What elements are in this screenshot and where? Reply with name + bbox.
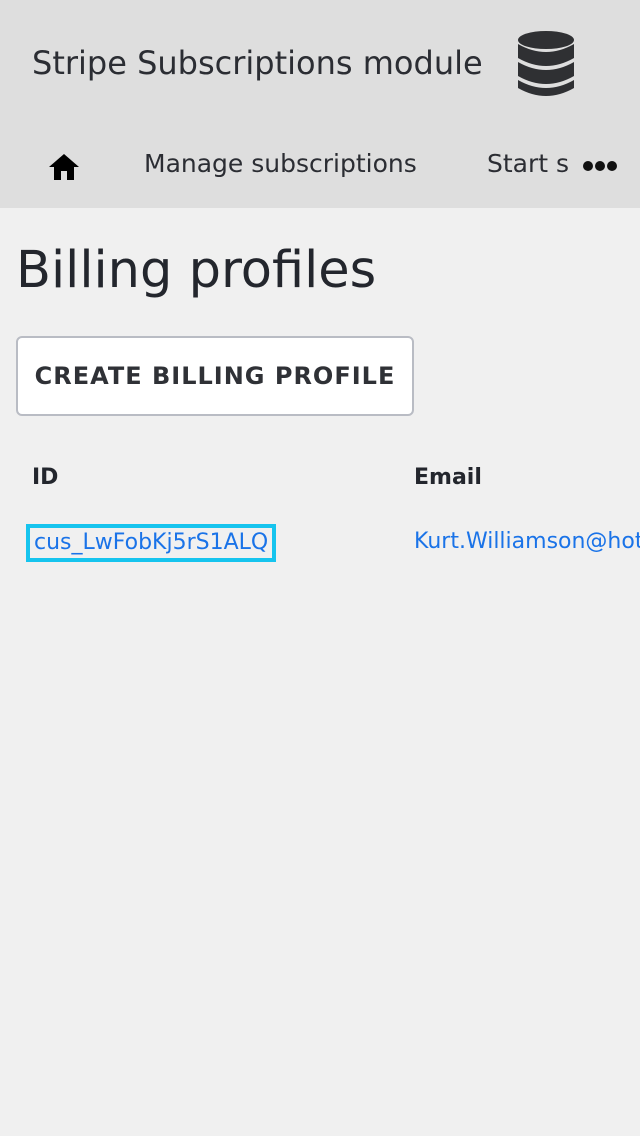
nav-item-manage-subscriptions[interactable]: Manage subscriptions <box>144 146 417 182</box>
nav-item-start-subscription[interactable]: Start subscription <box>487 146 569 182</box>
customer-email-link[interactable]: Kurt.Williamson@hotmail.com <box>414 526 640 558</box>
customer-id-link[interactable]: cus_LwFobKj5rS1ALQ <box>26 524 277 562</box>
create-billing-profile-button[interactable]: CREATE BILLING PROFILE <box>16 336 414 416</box>
database-icon[interactable] <box>516 30 576 98</box>
more-horizontal-icon[interactable] <box>582 158 618 174</box>
top-nav: Manage subscriptions Start subscription <box>0 128 640 208</box>
column-header-email: Email <box>414 465 482 490</box>
home-icon[interactable] <box>47 150 81 184</box>
page-title: Billing profiles <box>16 241 377 300</box>
app-header: Stripe Subscriptions module Manage subsc… <box>0 0 640 208</box>
column-header-id: ID <box>32 465 59 490</box>
app-title: Stripe Subscriptions module <box>32 44 483 82</box>
